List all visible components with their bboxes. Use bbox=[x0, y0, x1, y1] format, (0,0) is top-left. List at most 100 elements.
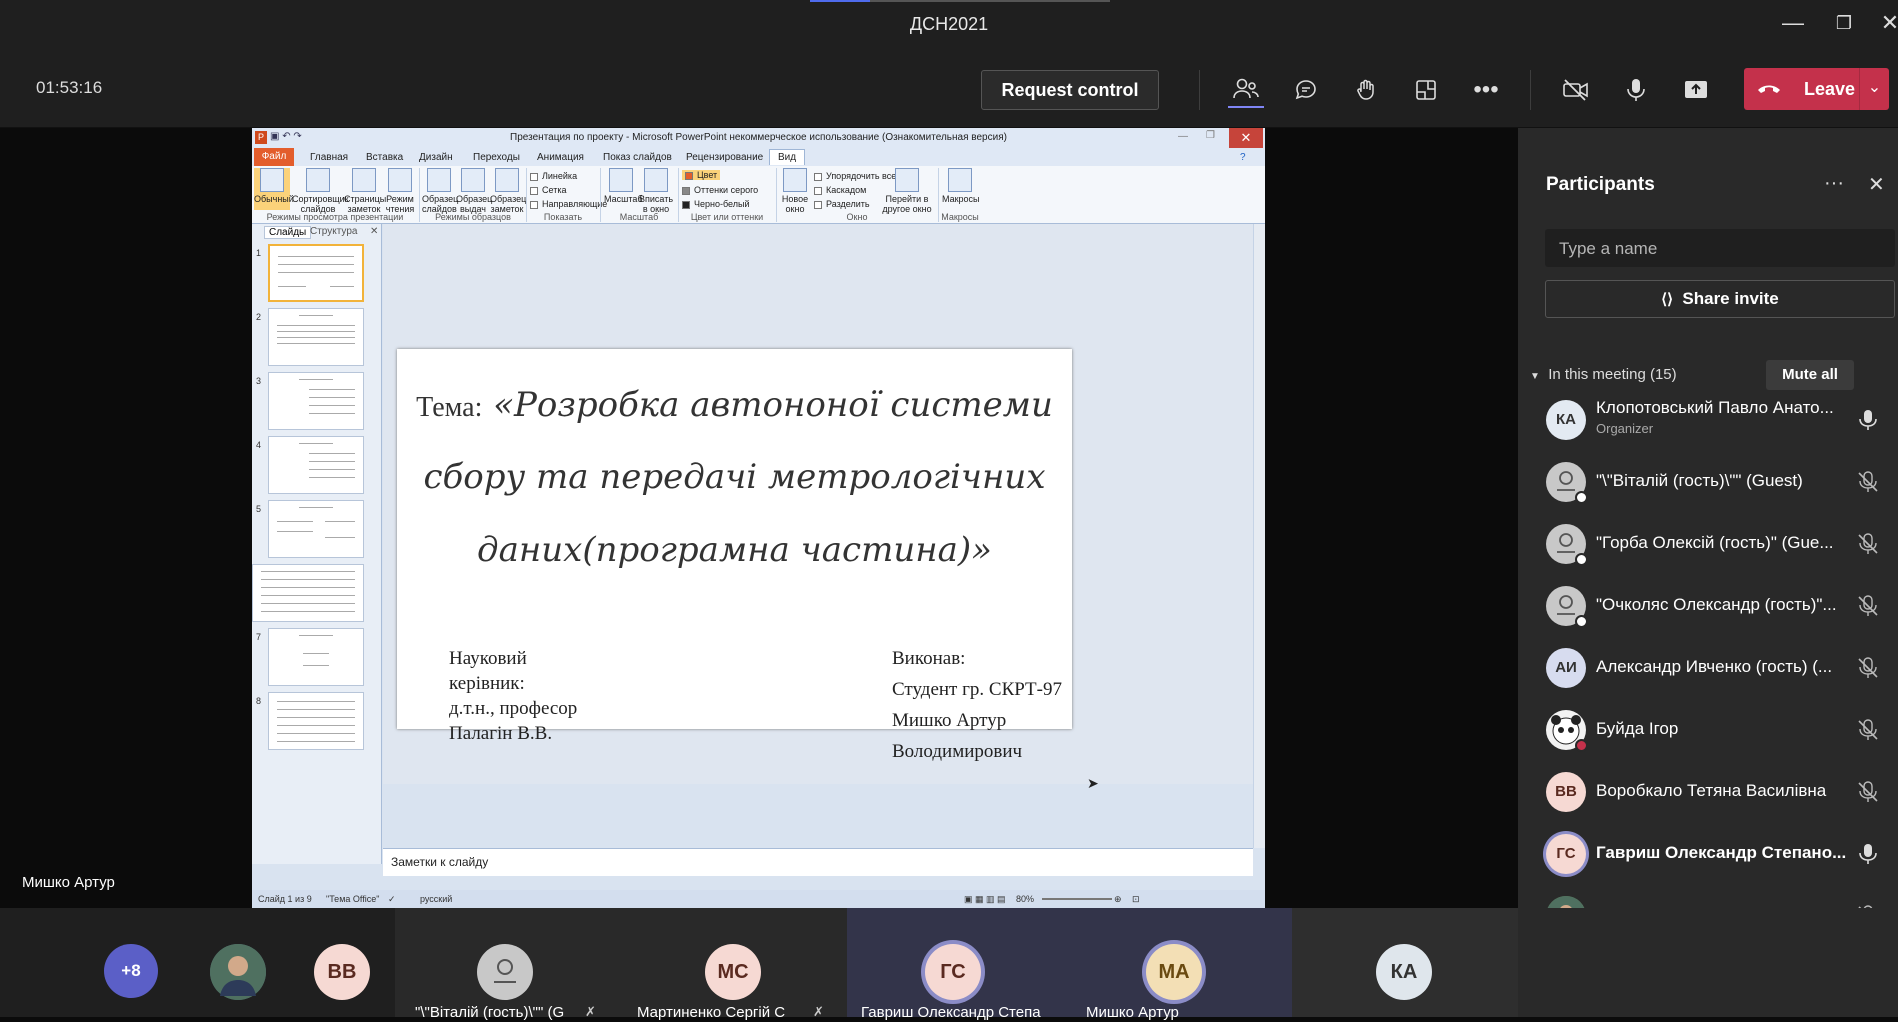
participant-row[interactable]: "\"Віталій (гость)\"" (Guest) bbox=[1518, 452, 1898, 514]
zoom-slider[interactable] bbox=[1042, 898, 1112, 900]
mic-off-icon[interactable] bbox=[1856, 532, 1880, 556]
ppt-tab-slideshow[interactable]: Показ слайдов bbox=[603, 152, 672, 163]
guides-checkbox[interactable]: Направляющие bbox=[530, 199, 607, 209]
more-participants-badge[interactable]: +8 bbox=[104, 944, 158, 998]
handout-master-button[interactable]: Образец выдач bbox=[456, 168, 492, 214]
ruler-checkbox[interactable]: Линейка bbox=[530, 171, 577, 181]
share-invite-button[interactable]: ⟨⟩ Share invite bbox=[1545, 280, 1895, 318]
slide-thumbnail[interactable] bbox=[268, 692, 364, 750]
gallery-tile[interactable]: МС Мартиненко Сергій С ✗ bbox=[617, 908, 847, 1021]
notes-master-button[interactable]: Образец заметок bbox=[490, 168, 526, 214]
participant-row[interactable]: "Горба Олексій (гость)" (Gue... bbox=[1518, 514, 1898, 576]
ppt-tab-animation[interactable]: Анимация bbox=[537, 152, 584, 163]
vertical-scrollbar[interactable] bbox=[1253, 224, 1265, 848]
panel-more-icon[interactable]: ··· bbox=[1824, 172, 1844, 195]
ppt-tab-file[interactable]: Файл bbox=[254, 148, 294, 166]
participant-row[interactable]: АИ Александр Ивченко (гость) (... bbox=[1518, 638, 1898, 700]
black-white-option[interactable]: Черно-белый bbox=[682, 199, 750, 209]
tab-slides[interactable]: Слайды bbox=[264, 226, 312, 239]
presenter-name: Мишко Артур bbox=[22, 874, 115, 891]
maximize-icon[interactable]: ❐ bbox=[1824, 13, 1864, 34]
zoom-button[interactable]: Масштаб bbox=[604, 168, 643, 204]
close-panel-icon[interactable]: ✕ bbox=[1868, 172, 1885, 197]
notes-master-icon bbox=[495, 168, 519, 192]
mic-off-icon[interactable] bbox=[1856, 780, 1880, 804]
participants-icon[interactable] bbox=[1228, 72, 1264, 108]
avatar: АИ bbox=[1546, 648, 1586, 688]
ppt-tab-review[interactable]: Рецензирование bbox=[686, 152, 763, 163]
help-icon[interactable]: ? bbox=[1240, 152, 1246, 163]
breakout-rooms-icon[interactable] bbox=[1408, 72, 1444, 108]
participant-row[interactable]: ВВ Воробкало Тетяна Василівна bbox=[1518, 762, 1898, 824]
gallery-tile[interactable]: КА bbox=[1292, 908, 1518, 1017]
ppt-close-icon[interactable]: ✕ bbox=[1229, 128, 1263, 148]
macros-button[interactable]: Макросы bbox=[942, 168, 980, 204]
slide-thumbnail[interactable] bbox=[268, 436, 364, 494]
leave-button[interactable]: Leave ⌄ bbox=[1744, 68, 1889, 110]
mic-off-icon[interactable] bbox=[1856, 594, 1880, 618]
avatar bbox=[210, 944, 266, 1000]
switch-window-button[interactable]: Перейти в другое окно bbox=[882, 168, 932, 214]
grid-checkbox[interactable]: Сетка bbox=[530, 185, 566, 195]
slide-master-button[interactable]: Образец слайдов bbox=[422, 168, 458, 214]
participant-name: "\"Віталій (гость)\"" (Guest) bbox=[1596, 471, 1803, 490]
ppt-tab-home[interactable]: Главная bbox=[310, 152, 348, 163]
new-window-button[interactable]: Новое окно bbox=[780, 168, 810, 214]
request-control-button[interactable]: Request control bbox=[981, 70, 1159, 110]
chat-icon[interactable] bbox=[1288, 72, 1324, 108]
zoom-in-icon[interactable]: ⊕ bbox=[1114, 894, 1122, 905]
in-meeting-section-header[interactable]: ▼ In this meeting (15) bbox=[1530, 366, 1677, 383]
ppt-title-bar: Презентация по проекту - Microsoft Power… bbox=[252, 128, 1265, 148]
fit-slide-icon[interactable]: ⊡ bbox=[1132, 894, 1140, 905]
fit-to-window-button[interactable]: Вписать в окно bbox=[638, 168, 674, 214]
mute-all-button[interactable]: Mute all bbox=[1766, 360, 1854, 390]
slide-thumbnail[interactable] bbox=[268, 500, 364, 558]
tab-outline[interactable]: Структура bbox=[310, 226, 357, 237]
microphone-icon[interactable] bbox=[1856, 408, 1880, 432]
slide-thumbnail[interactable] bbox=[268, 244, 364, 302]
raise-hand-icon[interactable] bbox=[1348, 72, 1384, 108]
view-normal-button[interactable]: Обычный bbox=[254, 168, 294, 210]
view-notes-button[interactable]: Страницы заметок bbox=[344, 168, 386, 214]
participant-row[interactable]: Буйда Ігор bbox=[1518, 700, 1898, 762]
close-window-icon[interactable]: ✕ bbox=[1870, 10, 1898, 36]
quick-access-save-icon[interactable]: ▣ ↶ ↷ bbox=[270, 131, 302, 142]
gallery-tile[interactable]: МА Мишко Артур bbox=[1072, 908, 1292, 1021]
view-sorter-button[interactable]: Сортировщик слайдов bbox=[292, 168, 349, 214]
slide-thumbnail[interactable] bbox=[268, 372, 364, 430]
slide-thumbnail[interactable] bbox=[268, 628, 364, 686]
avatar bbox=[1546, 586, 1588, 628]
ppt-tab-view[interactable]: Вид bbox=[769, 149, 806, 165]
microphone-icon[interactable] bbox=[1618, 72, 1654, 108]
color-option[interactable]: Цвет bbox=[682, 170, 721, 180]
cascade-button[interactable]: Каскадом bbox=[814, 185, 866, 195]
ppt-tab-transitions[interactable]: Переходы bbox=[473, 152, 520, 163]
ppt-tab-insert[interactable]: Вставка bbox=[366, 152, 403, 163]
camera-off-icon[interactable] bbox=[1558, 72, 1594, 108]
participant-row[interactable]: ГС Гавриш Олександр Степано... bbox=[1518, 824, 1898, 886]
slide-notes-field[interactable]: Заметки к слайду bbox=[383, 848, 1253, 876]
search-participants-input[interactable]: Type a name bbox=[1545, 229, 1895, 267]
slide-thumbnail[interactable] bbox=[252, 564, 364, 622]
share-screen-icon[interactable] bbox=[1678, 72, 1714, 108]
ppt-maximize-icon[interactable]: ❐ bbox=[1206, 130, 1215, 141]
participant-row[interactable]: "Очколяс Олександр (гость)"... bbox=[1518, 576, 1898, 638]
split-button[interactable]: Разделить bbox=[814, 199, 870, 209]
ppt-minimize-icon[interactable]: — bbox=[1178, 131, 1188, 142]
close-pane-icon[interactable]: ✕ bbox=[370, 226, 378, 237]
mic-off-icon[interactable] bbox=[1856, 656, 1880, 680]
participant-row[interactable]: КА Клопотовський Павло Анато... Organizer bbox=[1518, 390, 1898, 452]
grayscale-option[interactable]: Оттенки серого bbox=[682, 185, 758, 195]
gallery-tile[interactable]: "\"Віталій (гость)\"" (G ✗ bbox=[395, 908, 617, 1021]
mic-off-icon[interactable] bbox=[1856, 718, 1880, 742]
more-options-icon[interactable]: ••• bbox=[1468, 72, 1504, 108]
gallery-tile[interactable]: ГС Гавриш Олександр Степа bbox=[847, 908, 1072, 1021]
slide-thumbnail[interactable] bbox=[268, 308, 364, 366]
minimize-icon[interactable]: — bbox=[1773, 10, 1813, 36]
microphone-icon[interactable] bbox=[1856, 842, 1880, 866]
ppt-tab-design[interactable]: Дизайн bbox=[419, 152, 453, 163]
mic-off-icon[interactable] bbox=[1856, 470, 1880, 494]
view-buttons[interactable]: ▣ ▦ ▥ ▤ bbox=[964, 894, 1006, 905]
chevron-down-icon[interactable]: ⌄ bbox=[1859, 68, 1889, 110]
view-reading-button[interactable]: Режим чтения bbox=[384, 168, 416, 214]
